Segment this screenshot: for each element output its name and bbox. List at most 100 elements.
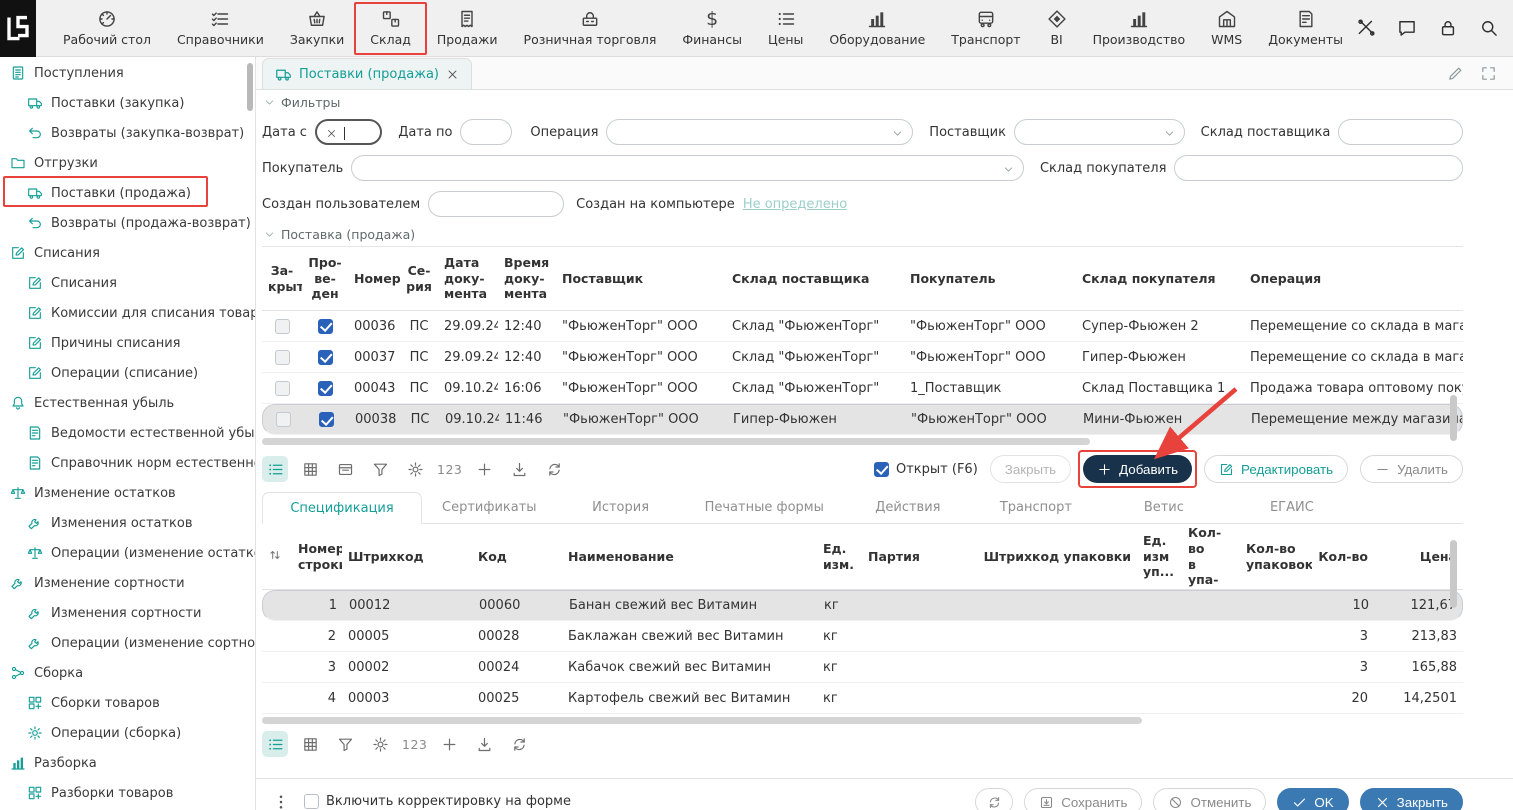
edit-pencil-icon[interactable] [1447,65,1464,82]
filters-section-toggle[interactable]: Фильтры [262,90,1463,114]
sidebar-item-writeoffs[interactable]: Списания [0,238,255,268]
module-prices[interactable]: Цены [755,0,816,57]
sidebar-item-shipments[interactable]: Отгрузки [0,148,255,178]
module-purchases[interactable]: Закупки [277,0,357,57]
posted-checkbox[interactable] [318,319,333,334]
sidebar-item-writeoff-reasons[interactable]: Причины списания [0,328,255,358]
grid-view-button[interactable] [297,456,323,482]
table-row[interactable]: 1 00012 00060 Банан свежий вес Витамин к… [262,590,1463,621]
save-button[interactable]: Сохранить [1024,788,1142,810]
column-header-number[interactable]: Номер [348,271,400,287]
sidebar-item-supply-purchase[interactable]: Поставки (закупка) [0,88,255,118]
cancel-button[interactable]: Отменить [1153,788,1266,810]
tab-transport[interactable]: Транспорт [972,491,1100,523]
refresh-button[interactable] [506,731,532,757]
column-header-qty[interactable]: Кол-во [1312,549,1374,565]
list-view-button[interactable] [262,731,288,757]
search-icon[interactable] [1479,18,1499,38]
sidebar-item-supply-sale[interactable]: Поставки (продажа) [0,178,255,208]
sidebar-item-natural-loss[interactable]: Естественная убыль [0,388,255,418]
close-form-button[interactable]: Закрыть [1360,788,1463,810]
sidebar-item-receipts[interactable]: Поступления [0,58,255,88]
column-header-buyer[interactable]: Покупатель [904,271,1076,287]
column-header-buyer-warehouse[interactable]: Склад покупателя [1076,271,1244,287]
filter-button[interactable] [367,456,393,482]
clear-icon[interactable] [326,128,337,139]
closed-checkbox[interactable] [276,412,291,427]
column-header-packs[interactable]: Кол-во упаковок [1240,541,1312,572]
ok-button[interactable]: OK [1277,788,1348,810]
module-references[interactable]: Справочники [164,0,277,57]
column-header-line-number[interactable]: Номер строки [292,541,342,572]
table-row[interactable]: 3 00002 00024 Кабачок свежий вес Витамин… [262,652,1463,683]
tab-vetis[interactable]: Ветис [1100,491,1228,523]
sidebar-item-disassembly[interactable]: Разборка [0,748,255,778]
adjustment-toggle[interactable]: Включить корректировку на форме [304,794,571,809]
close-document-button[interactable]: Закрыть [990,455,1071,483]
module-transport[interactable]: Транспорт [938,0,1033,57]
sidebar-item-assemblies[interactable]: Сборки товаров [0,688,255,718]
sidebar-item-grade-change[interactable]: Изменение сортности [0,568,255,598]
module-finance[interactable]: $Финансы [669,0,755,57]
column-header-date[interactable]: Дата доку- мента [438,255,498,302]
app-logo[interactable] [0,0,36,57]
sidebar-item-assembly[interactable]: Сборка [0,658,255,688]
supplier-select[interactable] [1014,119,1185,145]
refresh-button[interactable] [541,456,567,482]
date-to-input[interactable] [460,119,512,145]
settings-button[interactable] [367,731,393,757]
buyer-warehouse-input[interactable] [1174,155,1463,181]
module-desktop[interactable]: Рабочий стол [50,0,164,57]
module-bi[interactable]: BI [1034,0,1080,57]
table-row[interactable]: 00037 ПС 29.09.24 12:40 "ФьюженТорг" ООО… [262,342,1463,373]
tab-actions[interactable]: Действия [844,491,972,523]
sidebar-item-disassemblies[interactable]: Разборки товаров [0,778,255,808]
column-header-barcode[interactable]: Штрихкод [342,549,472,565]
open-checkbox[interactable] [874,462,889,477]
operation-select[interactable] [606,119,913,145]
closed-checkbox[interactable] [275,350,290,365]
sidebar-item-stock-change[interactable]: Изменение остатков [0,478,255,508]
list-view-button[interactable] [262,456,288,482]
posted-checkbox[interactable] [318,381,333,396]
sidebar-item-returns-purchase[interactable]: Возвраты (закупка-возврат) [0,118,255,148]
module-equipment[interactable]: Оборудование [816,0,938,57]
column-header-code[interactable]: Код [472,549,562,565]
settings-button[interactable] [402,456,428,482]
grid-view-button[interactable] [297,731,323,757]
column-header-pack-unit[interactable]: Ед. изм уп... [1137,533,1182,580]
sidebar-item-stock-change-operations[interactable]: Операции (изменение остатков) [0,538,255,568]
filter-button[interactable] [332,731,358,757]
scrollbar-thumb[interactable] [262,717,1142,724]
scrollbar-thumb[interactable] [262,438,1090,445]
created-by-input[interactable] [428,191,564,217]
module-sales[interactable]: Продажи [424,0,511,57]
number-format-button[interactable]: 123 [437,462,462,477]
column-header-batch[interactable]: Партия [862,549,962,565]
created-on-computer-link[interactable]: Не определено [743,197,847,212]
tools-icon[interactable] [1356,18,1376,38]
table-row[interactable]: 4 00003 00025 Картофель свежий вес Витам… [262,683,1463,714]
column-header-qty-per-pack[interactable]: Кол-во в упа- [1182,525,1240,588]
sidebar-item-returns-sale[interactable]: Возвраты (продажа-возврат) [0,208,255,238]
posted-checkbox[interactable] [318,350,333,365]
tab-supply-sale[interactable]: Поставки (продажа) [262,58,472,89]
sidebar-item-writeoffs-list[interactable]: Списания [0,268,255,298]
sidebar-item-natural-loss-norms[interactable]: Справочник норм естественной [0,448,255,478]
module-wms[interactable]: WMS [1198,0,1255,57]
column-header-posted[interactable]: Про- ве- ден [302,255,348,302]
master-section-toggle[interactable]: Поставка (продажа) [262,222,1463,246]
sidebar-item-stock-changes[interactable]: Изменения остатков [0,508,255,538]
sidebar-scrollbar[interactable] [247,63,253,111]
sort-column-header[interactable] [262,548,292,566]
chat-icon[interactable] [1397,18,1417,38]
more-menu-icon[interactable] [272,793,290,810]
fullscreen-icon[interactable] [1480,65,1497,82]
sidebar-item-grade-change-operations[interactable]: Операции (изменение сортности) [0,628,255,658]
sidebar-item-writeoff-commissions[interactable]: Комиссии для списания товаров [0,298,255,328]
sidebar-item-grade-changes[interactable]: Изменения сортности [0,598,255,628]
add-column-button[interactable] [436,731,462,757]
column-header-series[interactable]: Се- рия [400,263,438,294]
delete-button[interactable]: Удалить [1360,455,1463,483]
number-format-button[interactable]: 123 [402,737,427,752]
